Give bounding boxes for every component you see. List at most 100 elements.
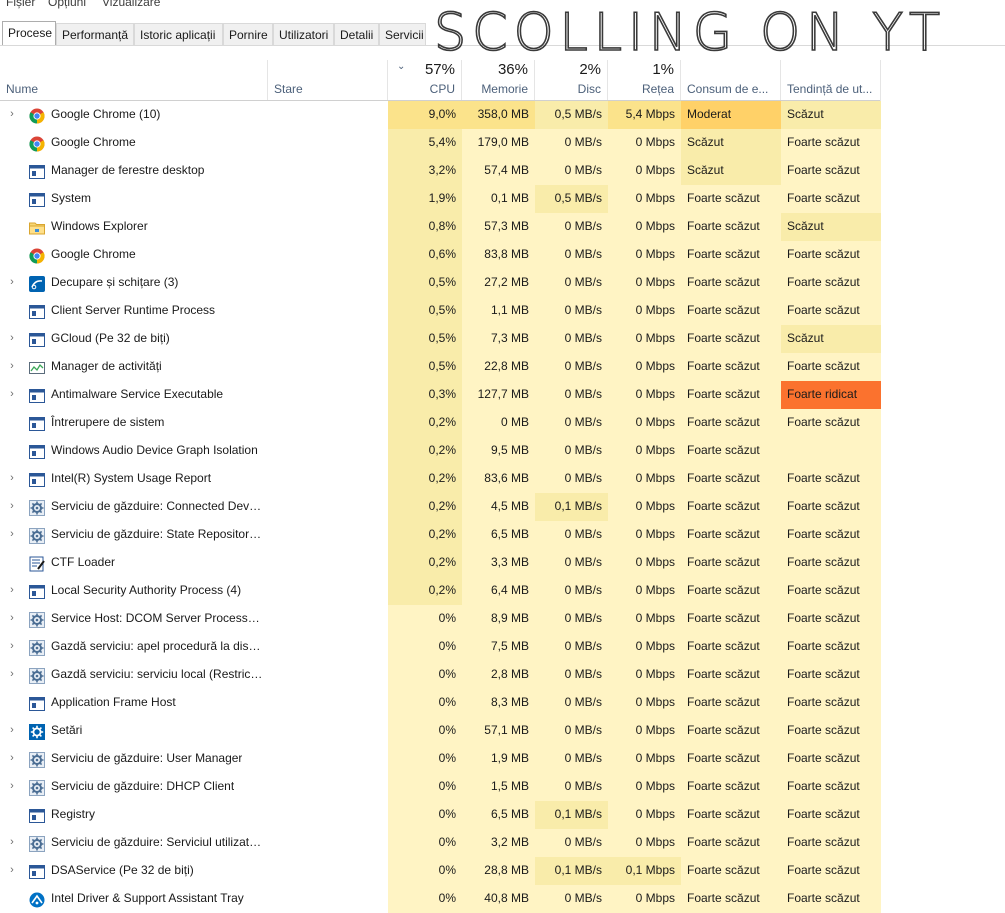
menu-file[interactable]: Fișier [6, 0, 35, 9]
table-row[interactable]: › Google Chrome (10) 9,0% 358,0 MB 0,5 MB/s 5… [0, 101, 1005, 129]
process-name-cell: Google Chrome [0, 241, 268, 269]
expand-chevron-icon[interactable]: › [7, 857, 17, 883]
process-name-cell: › Serviciu de găzduire: User Manager [0, 745, 268, 773]
column-header-disk[interactable]: 2% Disc [535, 60, 608, 101]
process-name: Manager de ferestre desktop [51, 163, 205, 177]
process-name: Serviciu de găzduire: Connected Devic... [51, 499, 263, 513]
tab-users[interactable]: Utilizatori [273, 23, 334, 45]
network-total: 1% [652, 61, 674, 78]
network-cell: 0 Mbps [608, 745, 681, 773]
process-status-cell [268, 689, 388, 717]
power-usage-cell: Foarte scăzut [681, 325, 781, 353]
disk-cell: 0 MB/s [535, 745, 608, 773]
table-row[interactable]: › Manager de activități 0,5% 22,8 MB 0 MB/s 0… [0, 353, 1005, 381]
expand-chevron-icon[interactable]: › [7, 717, 17, 743]
process-name: Intel(R) System Usage Report [51, 471, 212, 485]
process-name: Serviciu de găzduire: State Repository .… [51, 527, 263, 541]
table-row[interactable]: Windows Audio Device Graph Isolation 0,2%… [0, 437, 1005, 465]
table-row[interactable]: › Local Security Authority Process (4) 0,2… [0, 577, 1005, 605]
process-name: Google Chrome [51, 135, 136, 149]
expand-chevron-icon[interactable]: › [7, 269, 17, 295]
folder-icon [29, 219, 45, 235]
tab-services[interactable]: Servicii [379, 23, 426, 45]
table-row[interactable]: › GCloud (Pe 32 de biți) 0,5% 7,3 MB 0 MB/s 0… [0, 325, 1005, 353]
cpu-cell: 0% [388, 717, 462, 745]
process-name-cell: › Antimalware Service Executable [0, 381, 268, 409]
table-row[interactable]: › Gazdă serviciu: serviciu local (Restric… [0, 661, 1005, 689]
network-cell: 0 Mbps [608, 381, 681, 409]
table-row[interactable]: › Intel(R) System Usage Report 0,2% 83,6 MB… [0, 465, 1005, 493]
process-name: System [51, 191, 92, 205]
expand-chevron-icon[interactable]: › [7, 745, 17, 771]
tab-app-history[interactable]: Istoric aplicații [134, 23, 223, 45]
memory-cell: 83,6 MB [462, 465, 535, 493]
cpu-cell: 0% [388, 745, 462, 773]
power-usage-cell: Foarte scăzut [681, 493, 781, 521]
expand-chevron-icon[interactable]: › [7, 101, 17, 127]
table-row[interactable]: System 1,9% 0,1 MB 0,5 MB/s 0 Mbps Foarte scă… [0, 185, 1005, 213]
expand-chevron-icon[interactable]: › [7, 829, 17, 855]
column-header-name[interactable]: Nume [0, 60, 268, 101]
table-row[interactable]: Manager de ferestre desktop 3,2% 57,4 MB 0 … [0, 157, 1005, 185]
table-row[interactable]: › Serviciu de găzduire: Connected Devic..… [0, 493, 1005, 521]
memory-cell: 9,5 MB [462, 437, 535, 465]
table-row[interactable]: › Service Host: DCOM Server Process La...… [0, 605, 1005, 633]
process-status-cell [268, 185, 388, 213]
table-row[interactable]: Intel Driver & Support Assistant Tray 0% 4… [0, 885, 1005, 913]
power-trend-cell: Foarte scăzut [781, 353, 881, 381]
table-row[interactable]: › Serviciu de găzduire: DHCP Client 0% 1,5 … [0, 773, 1005, 801]
table-row[interactable]: CTF Loader 0,2% 3,3 MB 0 MB/s 0 Mbps Foarte s… [0, 549, 1005, 577]
table-row[interactable]: Întrerupere de sistem 0,2% 0 MB 0 MB/s 0 Mbp… [0, 409, 1005, 437]
tab-performance[interactable]: Performanță [56, 23, 134, 45]
expand-chevron-icon[interactable]: › [7, 465, 17, 491]
table-row[interactable]: Application Frame Host 0% 8,3 MB 0 MB/s 0 Mb… [0, 689, 1005, 717]
table-row[interactable]: › Gazdă serviciu: apel procedură la dista… [0, 633, 1005, 661]
expand-chevron-icon[interactable]: › [7, 773, 17, 799]
tab-processes[interactable]: Procese [2, 21, 56, 46]
table-row[interactable]: › DSAService (Pe 32 de biți) 0% 28,8 MB 0,1 … [0, 857, 1005, 885]
table-row[interactable]: › Setări 0% 57,1 MB 0 MB/s 0 Mbps Foarte scăzu… [0, 717, 1005, 745]
network-cell: 0 Mbps [608, 129, 681, 157]
handwritten-text: SCOLLING ON YT [434, 3, 946, 56]
process-status-cell [268, 773, 388, 801]
menu-options[interactable]: Opțiuni [48, 0, 86, 9]
column-header-power[interactable]: Consum de e... [681, 60, 781, 101]
table-row[interactable]: › Decupare și schițare (3) 0,5% 27,2 MB 0 MB… [0, 269, 1005, 297]
expand-chevron-icon[interactable]: › [7, 633, 17, 659]
process-status-cell [268, 885, 388, 913]
column-header-network[interactable]: 1% Rețea [608, 60, 681, 101]
expand-chevron-icon[interactable]: › [7, 325, 17, 351]
table-row[interactable]: › Serviciu de găzduire: Serviciul utiliza… [0, 829, 1005, 857]
table-row[interactable]: › Antimalware Service Executable 0,3% 127,7… [0, 381, 1005, 409]
table-row[interactable]: Registry 0% 6,5 MB 0,1 MB/s 0 Mbps Foarte scă… [0, 801, 1005, 829]
table-row[interactable]: Google Chrome 0,6% 83,8 MB 0 MB/s 0 Mbps Foar… [0, 241, 1005, 269]
expand-chevron-icon[interactable]: › [7, 521, 17, 547]
expand-chevron-icon[interactable]: › [7, 605, 17, 631]
network-cell: 0 Mbps [608, 353, 681, 381]
tab-startup[interactable]: Pornire [223, 23, 273, 45]
gear-service-icon [29, 751, 45, 768]
table-row[interactable]: Client Server Runtime Process 0,5% 1,1 MB 0… [0, 297, 1005, 325]
column-header-status[interactable]: Stare [268, 60, 388, 101]
column-header-memory[interactable]: 36% Memorie [462, 60, 535, 101]
expand-chevron-icon[interactable]: › [7, 577, 17, 603]
expand-chevron-icon[interactable]: › [7, 381, 17, 407]
process-name: Serviciu de găzduire: User Manager [51, 751, 243, 765]
expand-chevron-icon[interactable]: › [7, 661, 17, 687]
table-row[interactable]: Google Chrome 5,4% 179,0 MB 0 MB/s 0 Mbps Scă… [0, 129, 1005, 157]
table-row[interactable]: › Serviciu de găzduire: User Manager 0% 1,9… [0, 745, 1005, 773]
expand-chevron-icon[interactable]: › [7, 353, 17, 379]
process-name: GCloud (Pe 32 de biți) [51, 331, 170, 345]
window-app-icon [29, 163, 45, 179]
column-header-power-trend[interactable]: Tendință de ut... [781, 60, 881, 101]
menu-view[interactable]: Vizualizare [102, 0, 160, 9]
table-row[interactable]: › Serviciu de găzduire: State Repository … [0, 521, 1005, 549]
column-header-cpu[interactable]: ⌄ 57% CPU [388, 60, 462, 101]
process-status-cell [268, 493, 388, 521]
table-row[interactable]: Windows Explorer 0,8% 57,3 MB 0 MB/s 0 Mbps F… [0, 213, 1005, 241]
process-status-cell [268, 549, 388, 577]
tab-details[interactable]: Detalii [334, 23, 379, 45]
expand-chevron-icon[interactable]: › [7, 493, 17, 519]
cpu-cell: 0% [388, 661, 462, 689]
process-name-cell: › Gazdă serviciu: apel procedură la dista… [0, 633, 268, 661]
